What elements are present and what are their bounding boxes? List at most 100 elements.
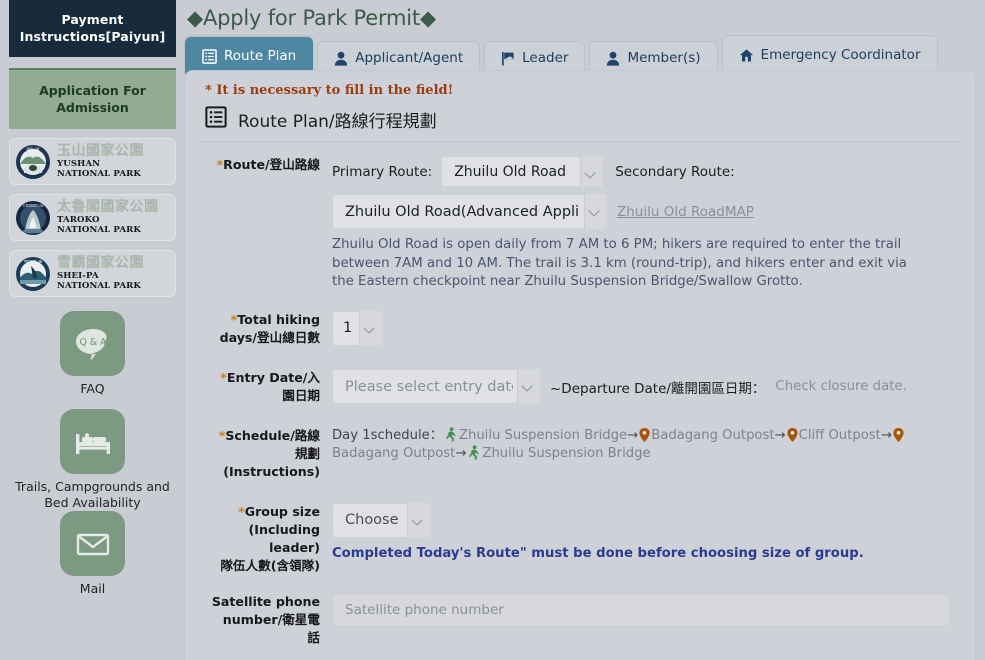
- tab-route-plan[interactable]: Route Plan: [185, 37, 314, 74]
- tab-applicant-agent[interactable]: Applicant/Agent: [317, 41, 481, 74]
- required-star: *: [238, 503, 245, 519]
- quick-links: Q & A FAQ Trails, Campgrounds and Bed Av…: [9, 311, 176, 597]
- tab-leader-label: Leader: [522, 50, 569, 66]
- entry-date-select-wrap: Please select entry date: [332, 369, 540, 404]
- group-size-label: *Group size (Including leader) 隊伍人數(含領隊): [199, 503, 332, 575]
- park-link-taroko[interactable]: 太魯閣國家公園 太魯閣國家公園 TAROKO NATIONAL PARK: [9, 194, 176, 241]
- total-days-select-wrap: 1: [332, 310, 382, 346]
- satellite-phone-label-line2: number/衛星電: [222, 611, 320, 627]
- total-days-body: 1: [332, 310, 961, 347]
- tab-members-label: Member(s): [627, 50, 701, 66]
- row-entry-date: *Entry Date/入 園日期 Please select entry da…: [199, 369, 961, 405]
- schedule-day1: Day 1schedule： Zhuilu Suspension Bridge→ B…: [332, 426, 961, 463]
- schedule-stop-4: Zhuilu Suspension Bridge: [482, 445, 651, 461]
- park-name-en-1: SHEI-PA: [57, 271, 99, 281]
- schedule-instructions-link[interactable]: (Instructions): [223, 464, 320, 479]
- group-size-label-line1: Group size: [244, 503, 320, 519]
- main-content: ◆Apply for Park Permit◆ Route Plan Appli…: [185, 0, 985, 660]
- row-total-days: *Total hiking days/登山總日數 1: [199, 310, 961, 347]
- park-name-en-2: NATIONAL PARK: [57, 225, 141, 235]
- tab-emergency-coordinator-label: Emergency Coordinator: [760, 47, 921, 63]
- quick-link-mail[interactable]: Mail: [8, 511, 178, 597]
- schedule-stop-0: Zhuilu Suspension Bridge: [458, 427, 628, 443]
- svg-text:雪霸國家公園: 雪霸國家公園: [24, 258, 42, 263]
- schedule-stop-2: Cliff Outpost: [798, 427, 881, 443]
- app-root: Payment Instructions[Paiyun] Application…: [0, 0, 985, 660]
- secondary-route-label: Secondary Route:: [615, 163, 735, 180]
- group-size-select-wrap: Choose: [332, 502, 430, 538]
- group-size-note: Completed Today's Route" must be done be…: [332, 545, 864, 561]
- schedule-arrow: →: [774, 427, 786, 443]
- hiker-icon: [445, 426, 457, 442]
- schedule-body: Day 1schedule： Zhuilu Suspension Bridge→ B…: [332, 426, 961, 481]
- row-schedule: *Schedule/路線 規劃 (Instructions) Day 1sche…: [199, 426, 961, 481]
- satellite-phone-input[interactable]: [332, 592, 950, 627]
- entry-date-select[interactable]: Please select entry date: [332, 369, 540, 404]
- qa-speech-bubble-icon[interactable]: Q & A: [60, 311, 125, 376]
- schedule-stop-3: Badagang Outpost: [332, 445, 456, 461]
- primary-route-select-wrap: Zhuilu Old Road: [441, 156, 604, 187]
- payment-instructions-button[interactable]: Payment Instructions[Paiyun]: [9, 0, 176, 57]
- svg-text:國家公園: 國家公園: [27, 146, 40, 151]
- schedule-day-label: Day 1schedule：: [332, 427, 443, 443]
- hiker-icon: [468, 444, 480, 460]
- closure-date-note: Check closure date.: [775, 379, 907, 394]
- schedule-arrow: →: [627, 427, 639, 443]
- schedule-arrow: →: [880, 427, 892, 443]
- list-document-icon: [205, 106, 227, 132]
- person-icon: [334, 51, 348, 66]
- svg-text:太魯閣國家公園: 太魯閣國家公園: [22, 202, 43, 207]
- bed-icon[interactable]: [60, 409, 125, 474]
- tab-leader[interactable]: Leader: [484, 41, 586, 74]
- tab-members[interactable]: Member(s): [589, 41, 718, 74]
- quick-link-mail-label: Mail: [79, 581, 106, 596]
- quick-link-trails-label: Trails, Campgrounds and Bed Availability: [15, 479, 170, 510]
- group-size-label-line3: leader): [269, 539, 320, 555]
- required-star: *: [220, 369, 227, 385]
- section-header: Route Plan/路線行程規劃: [199, 106, 961, 142]
- park-name-cn: 太魯閣國家公園: [57, 199, 159, 215]
- entry-date-label-line1: Entry Date/入: [226, 369, 320, 385]
- route-label: *Route/登山路線: [199, 156, 332, 292]
- tab-route-plan-label: Route Plan: [224, 48, 297, 64]
- primary-route-select[interactable]: Zhuilu Old Road: [441, 156, 604, 187]
- taroko-park-logo-icon: 太魯閣國家公園: [15, 200, 51, 236]
- required-field-note: * It is necessary to fill in the field!: [205, 83, 454, 98]
- tab-emergency-coordinator[interactable]: Emergency Coordinator: [721, 35, 938, 74]
- sheipa-park-logo-icon: 雪霸國家公園: [15, 256, 51, 292]
- schedule-label-line2: 規劃: [294, 445, 320, 461]
- satellite-phone-label-line3: 話: [307, 629, 320, 645]
- route-label-text: Route/登山路線: [223, 157, 320, 172]
- person-icon: [606, 51, 620, 66]
- section-title: Route Plan/路線行程規劃: [238, 111, 437, 132]
- payment-instructions-label: Payment Instructions[Paiyun]: [19, 12, 166, 44]
- park-text-taroko: 太魯閣國家公園 TAROKO NATIONAL PARK: [57, 200, 159, 235]
- row-route: *Route/登山路線 Primary Route: Zhuilu Old Ro…: [199, 156, 961, 292]
- schedule-label-line1: Schedule/路線: [225, 427, 320, 443]
- primary-route-label: Primary Route:: [332, 163, 433, 180]
- total-hiking-days-select[interactable]: 1: [332, 310, 382, 346]
- park-name-en-1: TAROKO: [57, 215, 100, 225]
- park-name-en-1: YUSHAN: [57, 159, 101, 169]
- map-pin-icon: [639, 427, 650, 442]
- schedule-stop-1: Badagang Outpost: [651, 427, 775, 443]
- envelope-icon[interactable]: [60, 511, 125, 576]
- group-size-select[interactable]: Choose: [332, 502, 430, 538]
- tab-applicant-agent-label: Applicant/Agent: [355, 50, 464, 66]
- entry-date-body: Please select entry date ~Departure Date…: [332, 369, 961, 405]
- group-size-label-line2: (Including: [248, 521, 320, 537]
- park-link-yushan[interactable]: 國家公園 玉山國家公園 YUSHAN NATIONAL PARK: [9, 138, 176, 185]
- route-map-link[interactable]: Zhuilu Old RoadMAP: [617, 204, 754, 220]
- sidebar: Payment Instructions[Paiyun] Application…: [0, 0, 185, 660]
- application-for-admission-button[interactable]: Application For Admission: [9, 68, 176, 129]
- park-link-sheipa[interactable]: 雪霸國家公園 雪霸國家公園 SHEI-PA NATIONAL PARK: [9, 250, 176, 297]
- quick-link-trails-bed-availability[interactable]: Trails, Campgrounds and Bed Availability: [8, 409, 178, 511]
- home-icon: [739, 48, 754, 63]
- quick-link-faq[interactable]: Q & A FAQ: [8, 311, 178, 397]
- park-name-en-2: NATIONAL PARK: [57, 169, 141, 179]
- quick-link-faq-label: FAQ: [80, 381, 105, 396]
- route-detail-select[interactable]: Zhuilu Old Road(Advanced Application): [332, 194, 607, 229]
- svg-text:Q & A: Q & A: [79, 337, 107, 348]
- application-for-admission-label: Application For Admission: [39, 83, 146, 115]
- list-document-icon: [202, 48, 217, 64]
